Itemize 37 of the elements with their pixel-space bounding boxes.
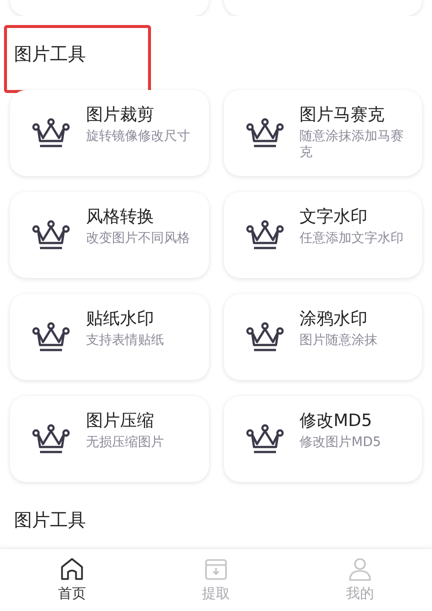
tool-card[interactable]: 图片马赛克 随意涂抹添加马赛克 [224,90,422,176]
home-icon [59,556,85,582]
user-icon [347,556,373,582]
tool-description: 修改图片MD5 [300,435,381,451]
crown-icon [246,117,284,149]
tool-description: 支持表情贴纸 [86,333,164,349]
tool-description: 任意添加文字水印 [300,231,404,247]
tool-card[interactable]: 贴纸水印 支持表情贴纸 [10,294,208,380]
crown-icon [246,321,284,353]
crown-icon [32,321,70,353]
crown-icon [32,117,70,149]
tool-title: 贴纸水印 [86,308,155,330]
crown-icon [32,219,70,251]
tool-card[interactable]: 图片压缩 无损压缩图片 [10,396,208,482]
tool-title: 文字水印 [300,206,368,228]
tool-title: 涂鸦水印 [300,308,368,330]
section-title: 图片工具 [14,509,86,533]
section-title: 图片工具 [14,43,86,67]
tab-bar-item[interactable]: 首页 [0,549,144,611]
tool-title: 修改MD5 [300,410,374,432]
tool-card[interactable]: 修改MD5 修改图片MD5 [224,396,422,482]
tool-card[interactable]: 涂鸦水印 图片随意涂抹 [224,294,422,380]
crown-icon [246,219,284,251]
tool-card[interactable]: 文字水印 任意添加文字水印 [224,192,422,278]
tool-description: 图片随意涂抹 [300,333,378,349]
tool-title: 图片压缩 [86,410,155,432]
crown-icon [246,423,284,455]
tool-title: 图片马赛克 [300,104,386,126]
tool-description: 随意涂抹添加马赛克 [300,129,404,161]
tool-card[interactable]: 风格转换 改变图片不同风格 [10,192,208,278]
tool-title: 风格转换 [86,206,155,228]
tool-description: 改变图片不同风格 [86,231,190,247]
tool-description: 无损压缩图片 [86,435,164,451]
tool-description: 旋转镜像修改尺寸 [86,129,190,145]
tool-title: 图片裁剪 [86,104,155,126]
crown-icon [32,423,70,455]
tool-card[interactable]: 图片裁剪 旋转镜像修改尺寸 [10,90,208,176]
